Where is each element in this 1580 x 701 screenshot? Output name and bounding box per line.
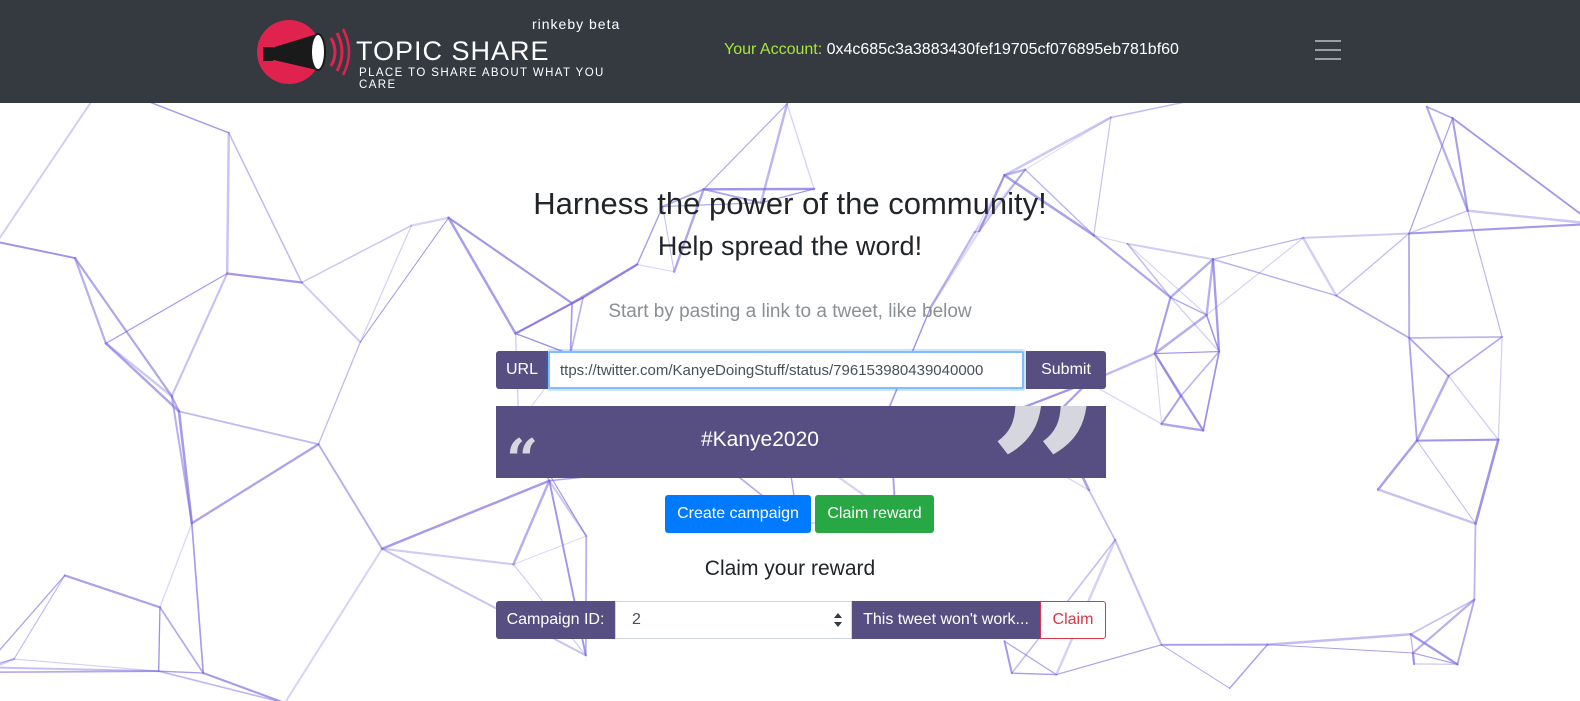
network-line <box>13 574 66 660</box>
navbar: rinkeby beta TOPIC SHARE PLACE TO SHARE … <box>0 0 1580 103</box>
page-heading: Harness the power of the community! <box>533 186 1047 221</box>
hamburger-line <box>1315 40 1341 42</box>
network-line <box>1415 438 1500 442</box>
campaign-id-label: Campaign ID: <box>496 601 615 639</box>
network-line <box>1169 258 1215 299</box>
network-line <box>1412 652 1459 665</box>
network-line <box>1160 644 1231 689</box>
tweet-url-input[interactable] <box>548 351 1024 389</box>
network-line <box>636 263 675 273</box>
network-line <box>1154 350 1220 355</box>
network-line <box>1408 336 1418 442</box>
network-line <box>1408 336 1503 339</box>
network-line <box>1376 439 1419 491</box>
brand-tagline: PLACE TO SHARE ABOUT WHAT YOU CARE <box>359 67 605 91</box>
network-line <box>170 272 229 398</box>
network-line <box>1179 350 1220 397</box>
url-input-group: URL Submit <box>496 351 1106 389</box>
network-line <box>1576 694 1580 701</box>
network-line <box>104 342 173 398</box>
network-line <box>317 341 361 445</box>
hamburger-icon[interactable] <box>1310 36 1348 66</box>
network-line <box>149 103 230 134</box>
network-line <box>1408 337 1450 377</box>
network-line <box>1456 598 1476 666</box>
network-line <box>1003 640 1013 675</box>
network-line <box>1447 336 1503 377</box>
network-line <box>202 671 283 701</box>
network-line <box>1110 103 1185 119</box>
network-line <box>178 410 320 446</box>
network-line <box>1266 633 1412 646</box>
network-line <box>1416 440 1477 525</box>
network-line <box>1474 438 1500 525</box>
network-line <box>73 256 173 398</box>
network-line <box>1160 395 1182 425</box>
open-quote-icon: “ <box>506 427 539 478</box>
network-line <box>1497 336 1503 441</box>
megaphone-logo-icon <box>257 20 351 84</box>
network-line <box>1160 422 1205 432</box>
network-line <box>170 395 193 525</box>
network-line <box>1415 374 1450 442</box>
brand-logo-link[interactable]: rinkeby beta TOPIC SHARE PLACE TO SHARE … <box>255 14 630 91</box>
network-line <box>786 103 815 190</box>
network-line <box>1266 644 1414 654</box>
tweet-preview: ” “ #Kanye2020 <box>496 406 1106 478</box>
network-line <box>1228 643 1269 690</box>
campaign-id-select[interactable]: 2 <box>615 601 852 639</box>
claim-button[interactable]: Claim <box>1040 601 1106 639</box>
network-line <box>1409 598 1476 636</box>
network-line <box>1003 116 1113 177</box>
submit-button[interactable]: Submit <box>1026 351 1106 389</box>
lead-text: Start by pasting a link to a tweet, like… <box>608 301 972 322</box>
close-quote-icon: ” <box>988 406 1103 478</box>
page-subheading: Help spread the word! <box>657 231 923 261</box>
network-line <box>317 443 384 550</box>
network-line <box>190 443 320 525</box>
create-campaign-button[interactable]: Create campaign <box>665 495 811 533</box>
network-line <box>0 574 66 651</box>
network-line <box>1447 375 1500 441</box>
network-line <box>570 263 639 305</box>
account-label: Your Account: <box>724 41 823 58</box>
hamburger-line <box>1315 49 1341 51</box>
network-line <box>1411 598 1476 655</box>
network-line <box>0 574 66 651</box>
network-line <box>190 522 205 674</box>
network-line <box>159 606 205 674</box>
network-line <box>1114 538 1163 646</box>
brand-title: TOPIC SHARE <box>356 36 550 66</box>
network-line <box>1376 488 1477 525</box>
network-line <box>226 272 303 284</box>
account-info: Your Account: 0x4c685c3a3883430fef19705c… <box>724 41 1179 59</box>
network-line <box>1011 672 1058 676</box>
network-line <box>1003 640 1057 676</box>
claim-reward-button[interactable]: Claim reward <box>815 495 934 533</box>
claim-heading: Claim your reward <box>704 557 876 580</box>
url-prefix-label: URL <box>496 351 548 389</box>
network-line <box>703 103 788 190</box>
network-line <box>1202 350 1220 432</box>
claim-input-group: Campaign ID: 2 This tweet won't work... … <box>496 601 1106 639</box>
beta-label: rinkeby beta <box>532 16 621 32</box>
campaign-id-value: 2 <box>632 611 641 628</box>
hamburger-line <box>1315 58 1341 60</box>
tweet-status-label: This tweet won't work... <box>852 601 1040 639</box>
network-line <box>1410 633 1415 665</box>
network-line <box>158 606 161 672</box>
tweet-text: #Kanye2020 <box>701 428 819 451</box>
account-address: 0x4c685c3a3883430fef19705cf076895eb781bf… <box>826 41 1179 58</box>
select-arrows-icon <box>834 613 842 627</box>
network-line <box>1055 644 1163 676</box>
